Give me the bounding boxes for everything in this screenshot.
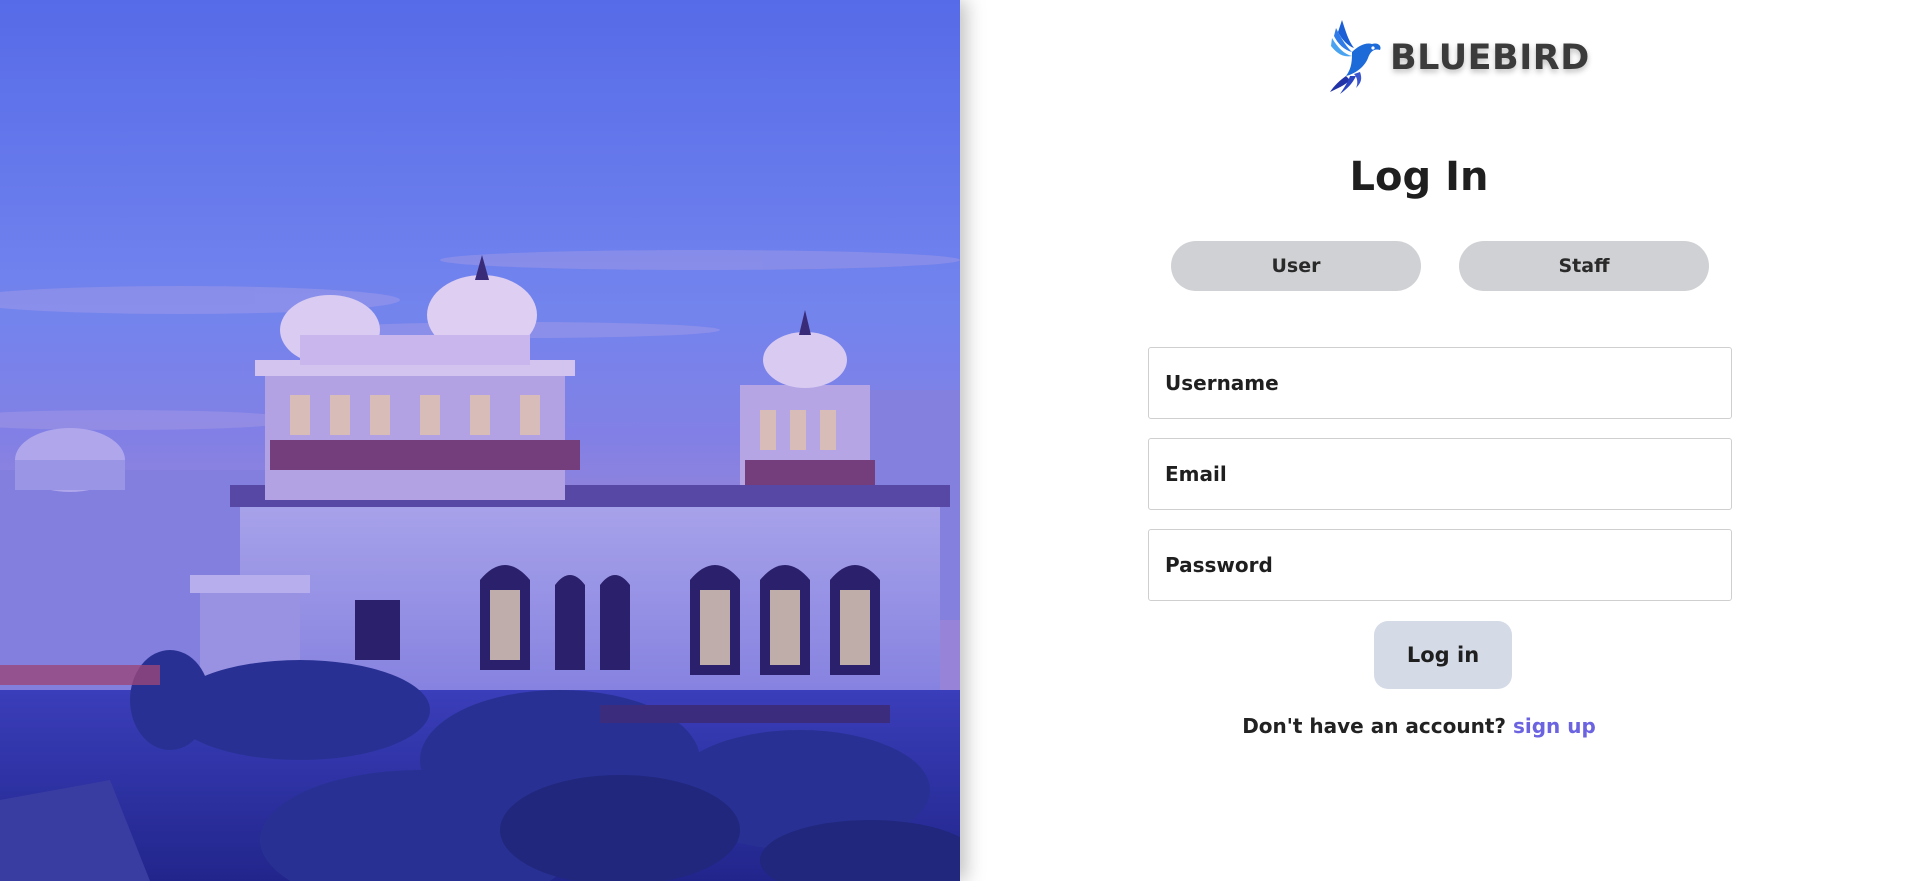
signup-prompt-line: Don't have an account? sign up <box>960 714 1878 738</box>
password-field[interactable] <box>1148 529 1732 601</box>
email-field[interactable] <box>1148 438 1732 510</box>
login-page: BLUEBIRD Log In User Staff Log in Don't … <box>0 0 1918 881</box>
brand-name: BLUEBIRD <box>1390 38 1590 78</box>
username-field[interactable] <box>1148 347 1732 419</box>
role-staff-button[interactable]: Staff <box>1459 241 1709 291</box>
signup-link[interactable]: sign up <box>1513 714 1596 738</box>
role-user-button[interactable]: User <box>1171 241 1421 291</box>
signup-prompt: Don't have an account? <box>1242 714 1506 738</box>
hero-image <box>0 0 960 881</box>
bluebird-icon <box>1328 18 1384 98</box>
login-button[interactable]: Log in <box>1374 621 1512 689</box>
login-panel: BLUEBIRD Log In User Staff Log in Don't … <box>960 0 1918 881</box>
brand-logo: BLUEBIRD <box>1328 18 1590 98</box>
page-title: Log In <box>1349 154 1489 200</box>
